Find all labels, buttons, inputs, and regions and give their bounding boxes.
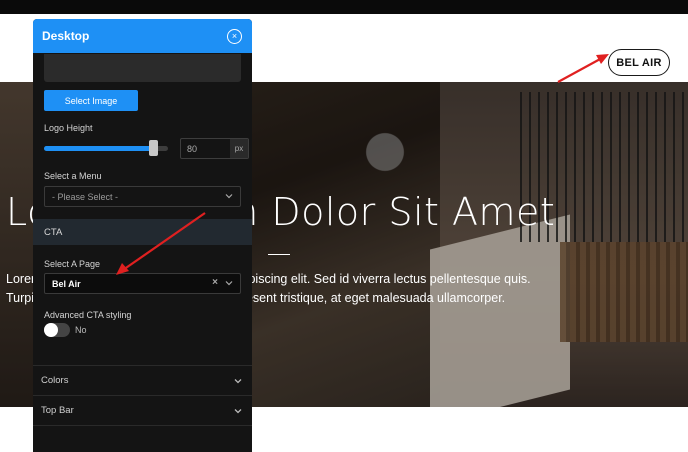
slider-fill <box>44 146 154 151</box>
chevron-down-icon <box>225 194 233 199</box>
page-select[interactable]: Bel Air × <box>44 273 241 294</box>
close-icon[interactable]: × <box>227 28 242 44</box>
cta-section-header[interactable]: CTA <box>33 219 252 245</box>
advanced-cta-toggle[interactable] <box>44 323 70 337</box>
chevron-down-icon <box>225 281 233 286</box>
logo-height-value[interactable]: 80 <box>181 139 230 158</box>
clear-icon[interactable]: × <box>212 277 218 288</box>
accordion-colors[interactable]: Colors <box>33 365 252 395</box>
advanced-cta-toggle-label: No <box>75 325 87 335</box>
cta-section-label: CTA <box>44 226 63 238</box>
chevron-down-icon <box>234 379 242 384</box>
hero-divider <box>268 254 290 255</box>
page-select-value: Bel Air <box>52 278 81 289</box>
accordion-divider <box>33 425 252 426</box>
menu-label: Select a Menu <box>44 171 102 181</box>
panel-title: Desktop <box>42 29 90 43</box>
accordion-colors-label: Colors <box>41 375 69 386</box>
slider-handle[interactable] <box>149 140 159 156</box>
menu-select[interactable]: - Please Select - <box>44 186 241 207</box>
panel-header: Desktop × <box>33 19 252 53</box>
toggle-knob <box>44 323 58 337</box>
select-image-button[interactable]: Select Image <box>44 90 138 111</box>
advanced-cta-label: Advanced CTA styling <box>44 310 132 320</box>
cta-pill-button[interactable]: BEL AIR <box>608 49 670 76</box>
chevron-down-icon <box>234 409 242 414</box>
menu-select-value: - Please Select - <box>52 191 119 202</box>
logo-height-label: Logo Height <box>44 123 93 133</box>
logo-height-input[interactable]: 80 px <box>180 138 249 159</box>
logo-height-unit: px <box>230 139 248 158</box>
site-top-bar <box>0 0 688 14</box>
page-label: Select A Page <box>44 259 101 269</box>
accordion-top-bar-label: Top Bar <box>41 405 74 416</box>
customizer-panel: Desktop × Select Image Logo Height 80 px… <box>33 19 252 452</box>
accordion-top-bar[interactable]: Top Bar <box>33 395 252 425</box>
logo-preview <box>44 54 241 82</box>
